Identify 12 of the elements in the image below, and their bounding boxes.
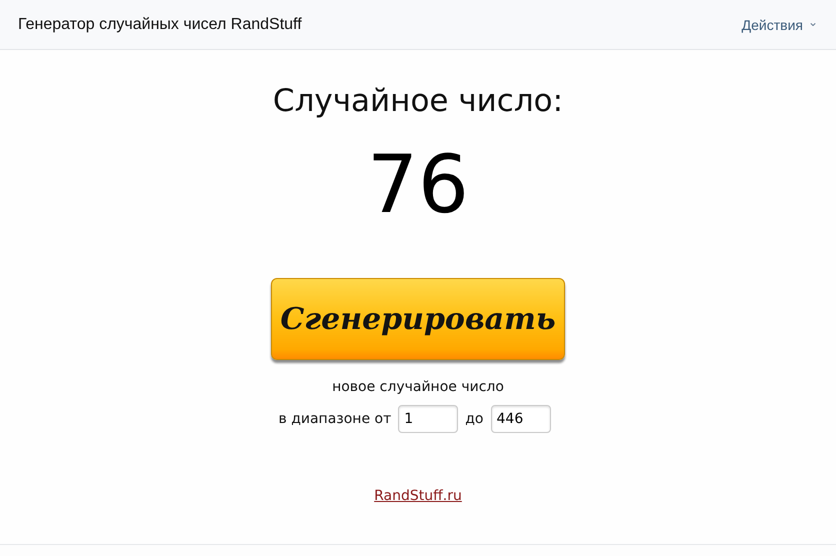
page-title: Генератор случайных чисел RandStuff xyxy=(18,16,302,34)
site-link[interactable]: RandStuff.ru xyxy=(374,488,462,504)
from-field[interactable]: 1 xyxy=(398,405,458,433)
range-label: до xyxy=(465,411,484,427)
random-number: 76 xyxy=(367,137,469,233)
to-field[interactable]: 446 xyxy=(490,405,550,433)
range-label: в диапазоне от xyxy=(278,411,392,427)
caret-icon: ⌄ xyxy=(808,16,818,28)
generate-button[interactable]: Сгенерировать xyxy=(271,278,565,360)
result-heading: Случайное число: xyxy=(272,83,564,119)
actions-menu[interactable]: Действия ⌄ xyxy=(742,16,818,32)
caption-text: новое случайное число xyxy=(332,379,504,395)
